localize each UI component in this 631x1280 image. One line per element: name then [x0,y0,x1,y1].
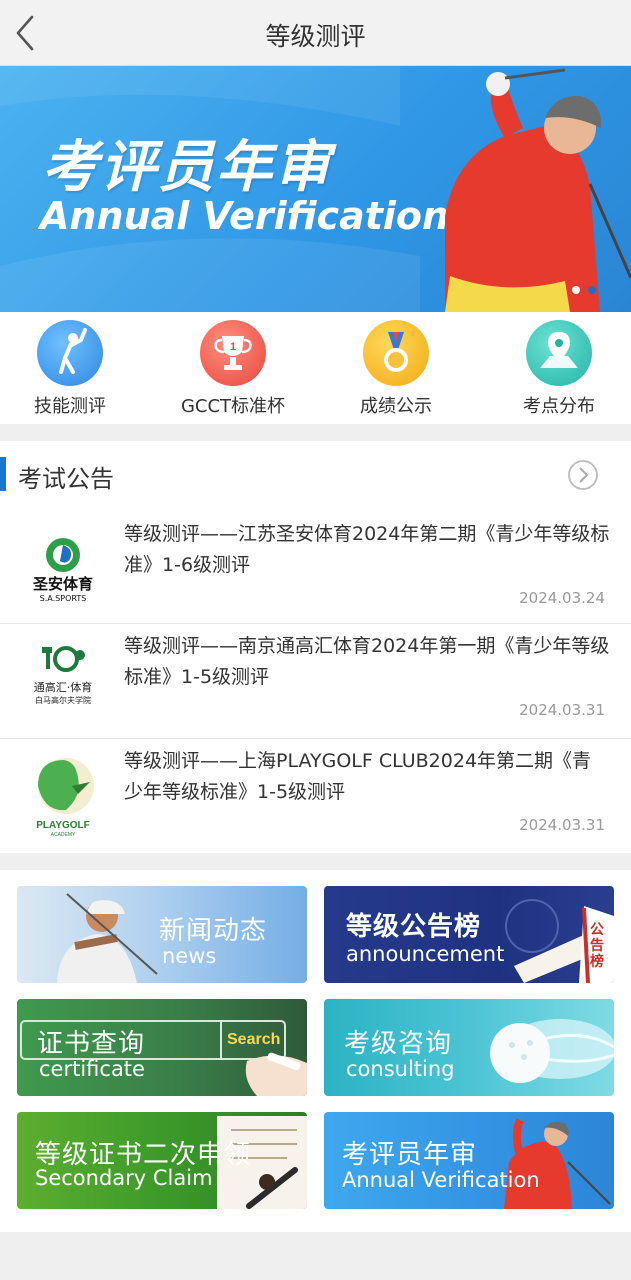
top-bar: 等级测评 [0,0,631,66]
medal-icon [363,320,429,386]
category-label: GCCT标准杯 [180,396,286,417]
tile-subtitle: announcement [346,942,505,966]
banner-carousel[interactable]: 考评员年审 Annual Verification [0,66,631,312]
feature-tiles: 新闻动态 news 公告榜 等级公告榜 announcement Search … [0,870,631,1232]
tile-subtitle: consulting [346,1057,455,1081]
banner-title: 考评员年审 [42,135,332,200]
category-test-sites[interactable]: 考点分布 [489,320,629,424]
announcement-title: 等级测评——南京通高汇体育2024年第一期《青少年等级标准》1-5级测评 [124,635,610,688]
announcement-date: 2024.03.31 [519,701,605,719]
map-pin-icon [526,320,592,386]
category-gcct-cup[interactable]: 1 GCCT标准杯 [163,320,303,424]
category-results[interactable]: 成绩公示 [326,320,466,424]
exam-announcements-section: 考试公告 圣安体育 S.A.SPORTS 等级测评——江苏圣安体育2024年第二… [0,441,631,853]
category-row: 技能测评 1 GCCT标准杯 成绩公示 考点分布 [0,312,631,424]
svg-text:1: 1 [230,341,236,353]
tile-title: 考级咨询 [344,1029,453,1059]
carousel-dot[interactable] [572,286,580,294]
sa-sports-logo: 圣安体育 S.A.SPORTS [20,525,106,611]
announcement-title: 等级测评——江苏圣安体育2024年第二期《青少年等级标准》1-6级测评 [124,523,610,576]
annual-verification-tile[interactable]: 考评员年审 Annual Verification [324,1112,614,1209]
logo-subtext: 白马高尔夫学院 [35,695,91,705]
section-title: 考试公告 [18,465,114,493]
search-label: Search [227,1031,281,1048]
tile-title: 考评员年审 [342,1140,478,1170]
announcement-title: 等级测评——上海PLAYGOLF CLUB2024年第二期《青少年等级标准》1-… [124,750,592,803]
news-tile[interactable]: 新闻动态 news [17,886,307,983]
category-label: 成绩公示 [360,396,432,417]
trophy-icon: 1 [200,320,266,386]
tonggaohui-logo: 通高汇·体育 白马高尔夫学院 [20,637,106,723]
golfer-illustration [405,66,631,312]
announcement-item[interactable]: PLAYGOLF ACADEMY 等级测评——上海PLAYGOLF CLUB20… [0,738,631,854]
tile-title: 新闻动态 [159,916,268,946]
category-label: 考点分布 [523,396,595,417]
logo-text: 通高汇·体育 [34,680,93,694]
announcement-board-tile[interactable]: 公告榜 等级公告榜 announcement [324,886,614,983]
tile-subtitle: certificate [39,1057,145,1081]
logo-subtext: ACADEMY [51,832,76,838]
tile-title: 等级公告榜 [346,912,482,942]
page-title: 等级测评 [265,22,366,51]
announcement-date: 2024.03.24 [519,589,605,607]
board-badge: 公告榜 [590,922,604,970]
tile-subtitle: Annual Verification [342,1168,540,1192]
logo-text: PLAYGOLF [36,820,90,831]
certificate-query-tile[interactable]: Search 证书查询 certificate [17,999,307,1096]
playgolf-logo: PLAYGOLF ACADEMY [20,752,106,838]
tile-subtitle: news [162,944,217,968]
category-label: 技能测评 [34,396,106,417]
carousel-dot[interactable] [588,286,596,294]
announcement-date: 2024.03.31 [519,816,605,834]
logo-text: 圣安体育 [32,575,93,593]
announcement-item[interactable]: 通高汇·体育 白马高尔夫学院 等级测评——南京通高汇体育2024年第一期《青少年… [0,623,631,739]
secondary-claim-tile[interactable]: 等级证书二次申领 Secondary Claim [17,1112,307,1209]
consulting-tile[interactable]: 考级咨询 consulting [324,999,614,1096]
tile-subtitle: Secondary Claim [35,1166,213,1190]
golfer-icon [37,320,103,386]
banner-subtitle: Annual Verification [40,194,450,238]
announcement-item[interactable]: 圣安体育 S.A.SPORTS 等级测评——江苏圣安体育2024年第二期《青少年… [0,511,631,627]
category-skill-test[interactable]: 技能测评 [0,320,140,424]
section-accent-bar [0,457,6,491]
more-chevron-icon[interactable] [567,459,599,491]
tile-title: 证书查询 [37,1029,146,1059]
section-header: 考试公告 [0,441,631,511]
logo-subtext: S.A.SPORTS [40,594,87,603]
divider [0,623,631,624]
divider [0,738,631,739]
